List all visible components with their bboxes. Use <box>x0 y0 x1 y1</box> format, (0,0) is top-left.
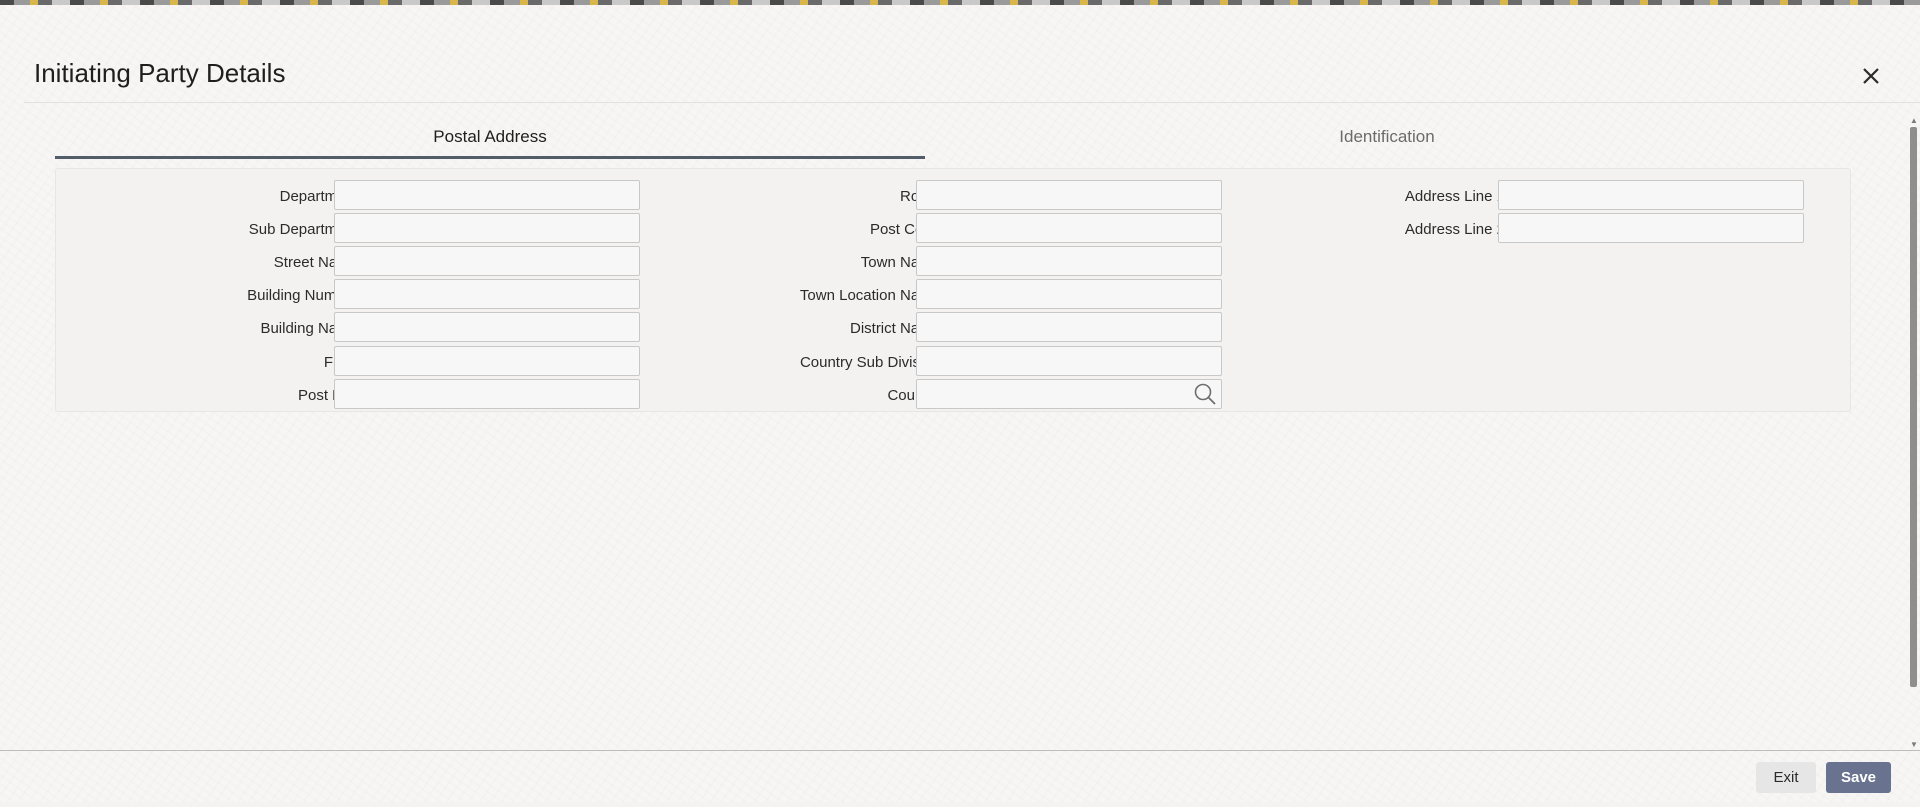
tab-bar: Postal Address Identification <box>55 117 1849 159</box>
address-line-1-input[interactable] <box>1498 180 1804 210</box>
tab-identification[interactable]: Identification <box>925 117 1849 159</box>
country-input[interactable] <box>916 379 1222 409</box>
address-line-1-label: Address Line 1 <box>1404 188 1505 205</box>
country-sub-division-input[interactable] <box>916 346 1222 376</box>
postal-address-panel: Department Sub Department Street Name Bu… <box>55 168 1851 412</box>
title-divider <box>24 102 1920 103</box>
town-location-name-input[interactable] <box>916 279 1222 309</box>
dialog-title: Initiating Party Details <box>34 58 286 88</box>
vertical-scrollbar[interactable]: ▲ ▼ <box>1908 117 1920 749</box>
initiating-party-dialog: Initiating Party Details Postal Address … <box>0 5 1920 802</box>
department-input[interactable] <box>334 180 640 210</box>
town-name-input[interactable] <box>916 246 1222 276</box>
floor-input[interactable] <box>334 346 640 376</box>
scroll-up-arrow-icon[interactable]: ▲ <box>1909 117 1919 125</box>
address-line-2-label: Address Line 2 <box>1404 221 1505 238</box>
scroll-down-arrow-icon[interactable]: ▼ <box>1909 741 1919 749</box>
sub-department-input[interactable] <box>334 213 640 243</box>
search-icon[interactable] <box>1192 381 1218 407</box>
close-icon[interactable] <box>1858 63 1884 89</box>
district-name-input[interactable] <box>916 312 1222 342</box>
scrollbar-thumb[interactable] <box>1910 127 1917 687</box>
post-box-input[interactable] <box>334 379 640 409</box>
building-name-input[interactable] <box>334 312 640 342</box>
street-name-input[interactable] <box>334 246 640 276</box>
save-button[interactable]: Save <box>1826 762 1891 793</box>
post-code-input[interactable] <box>916 213 1222 243</box>
building-number-input[interactable] <box>334 279 640 309</box>
address-line-2-input[interactable] <box>1498 213 1804 243</box>
exit-button[interactable]: Exit <box>1756 762 1816 793</box>
room-input[interactable] <box>916 180 1222 210</box>
footer-divider <box>0 750 1920 751</box>
tab-postal-address[interactable]: Postal Address <box>55 117 925 159</box>
